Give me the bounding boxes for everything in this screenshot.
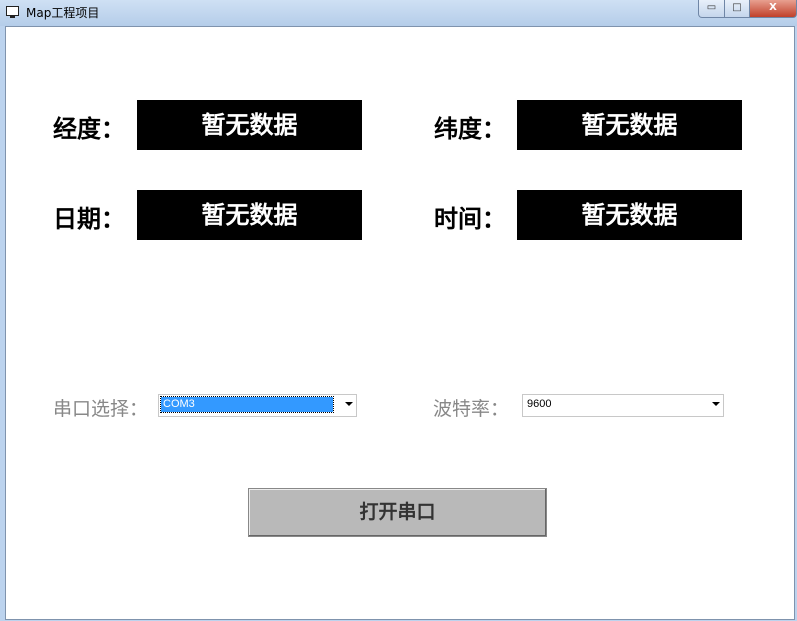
title-bar[interactable]: Map工程项目 ▭ □ X: [0, 0, 797, 26]
window-title: Map工程项目: [26, 6, 100, 20]
maximize-button[interactable]: □: [724, 0, 750, 18]
serial-port-select[interactable]: COM3: [158, 394, 357, 417]
baud-rate-select[interactable]: 9600: [522, 394, 724, 417]
time-value: 暂无数据: [517, 190, 742, 240]
serial-port-value: COM3: [160, 396, 334, 413]
latitude-value: 暂无数据: [517, 100, 742, 150]
longitude-label: 经度：: [53, 115, 125, 143]
chevron-down-icon[interactable]: [345, 402, 353, 406]
serial-port-label: 串口选择：: [53, 398, 149, 420]
app-monitor-icon: [6, 6, 19, 18]
main-panel: 经度： 暂无数据 纬度： 暂无数据 日期： 暂无数据 时间： 暂无数据 串口选择…: [5, 26, 795, 620]
open-serial-button[interactable]: 打开串口: [248, 488, 547, 537]
date-value: 暂无数据: [137, 190, 362, 240]
baud-rate-value: 9600: [527, 398, 552, 410]
baud-rate-label: 波特率：: [433, 398, 510, 420]
date-label: 日期：: [53, 205, 125, 233]
minimize-button[interactable]: ▭: [698, 0, 725, 18]
longitude-value: 暂无数据: [137, 100, 362, 150]
latitude-label: 纬度：: [434, 115, 506, 143]
time-label: 时间：: [434, 205, 506, 233]
close-button[interactable]: X: [749, 0, 797, 18]
chevron-down-icon[interactable]: [712, 402, 720, 406]
